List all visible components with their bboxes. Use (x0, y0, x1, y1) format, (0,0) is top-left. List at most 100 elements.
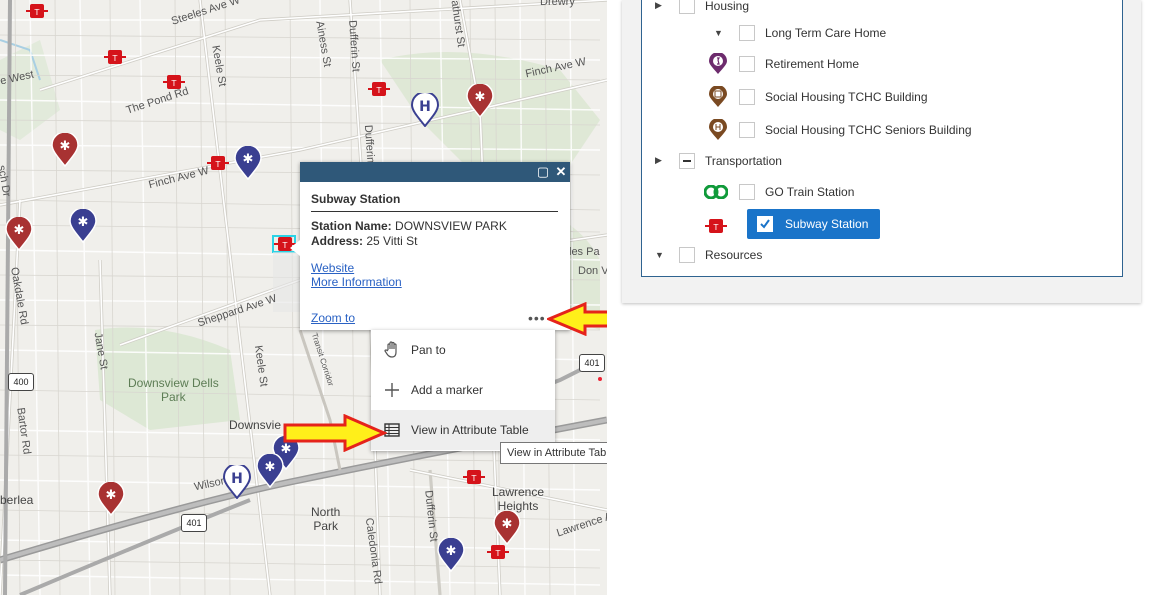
neighbourhood-label: North Park (311, 505, 341, 533)
ems-station-marker[interactable]: ✱ (5, 217, 33, 251)
subway-marker[interactable]: T (487, 545, 509, 559)
menu-item-label: View in Attribute Table (411, 423, 529, 437)
annotation-arrow (547, 302, 607, 336)
pan-to-menu-item[interactable]: Pan to (371, 330, 555, 370)
tchc-building-icon (709, 86, 727, 107)
housing-checkbox[interactable] (679, 0, 695, 14)
medical-marker[interactable]: ✱ (256, 454, 284, 488)
layer-go-train-station[interactable]: GO Train Station (642, 180, 1122, 204)
plus-icon (385, 383, 399, 397)
ems-station-marker[interactable]: ✱ (466, 84, 494, 118)
park-label: Downsview Dells Park (128, 376, 219, 404)
layer-label: Social Housing TCHC Seniors Building (765, 123, 972, 137)
tooltip: View in Attribute Table (500, 442, 607, 464)
caret-down-icon[interactable]: ▼ (655, 250, 664, 260)
map-view[interactable]: Steeles Ave W Keele St Ainess St Dufferi… (0, 0, 607, 595)
highway-shield: 401 (579, 354, 605, 372)
street-label: Dufferin (361, 124, 377, 164)
svg-text:T: T (215, 160, 221, 169)
svg-text:✱: ✱ (265, 460, 276, 475)
layer-list-panel: ▶ Housing ▼ Long Term Care Home Retireme… (622, 0, 1141, 303)
popup-divider (311, 211, 558, 212)
svg-text:T: T (376, 86, 382, 95)
retirement-home-checkbox[interactable] (739, 56, 755, 72)
address-field: Address: 25 Vitti St (311, 234, 418, 248)
layer-label: GO Train Station (765, 185, 855, 199)
ems-station-marker[interactable]: ✱ (97, 482, 125, 516)
layer-label: Long Term Care Home (765, 26, 887, 40)
svg-text:T: T (471, 474, 477, 483)
svg-text:✱: ✱ (502, 517, 513, 532)
medical-marker[interactable]: ✱ (69, 209, 97, 243)
resources-checkbox[interactable] (679, 247, 695, 263)
layer-group-housing[interactable]: ▶ Housing (642, 0, 1122, 18)
place-label: Downsvie (229, 418, 282, 432)
medical-marker[interactable]: ✱ (437, 538, 465, 572)
transportation-checkbox[interactable] (679, 153, 695, 169)
retirement-home-icon (709, 53, 727, 74)
more-information-link[interactable]: More Information (311, 275, 402, 289)
svg-text:T: T (282, 241, 288, 250)
subway-marker[interactable]: T (463, 470, 485, 484)
svg-text:✱: ✱ (14, 223, 25, 238)
svg-text:✱: ✱ (106, 488, 117, 503)
checkmark-icon (760, 219, 770, 229)
menu-item-label: Pan to (411, 343, 446, 357)
tchc-building-checkbox[interactable] (739, 89, 755, 105)
maximize-icon[interactable]: ▢ (536, 165, 550, 179)
hospital-marker[interactable]: H (411, 93, 439, 127)
layer-tchc-building[interactable]: Social Housing TCHC Building (642, 85, 1122, 109)
ems-station-marker[interactable]: ✱ (493, 511, 521, 545)
medical-marker[interactable]: ✱ (234, 146, 262, 180)
layer-label: Subway Station (785, 217, 869, 231)
place-label: berlea (0, 493, 34, 507)
go-train-checkbox[interactable] (739, 184, 755, 200)
highway-shield: 400 (8, 373, 34, 391)
layer-long-term-care-home[interactable]: ▼ Long Term Care Home (642, 21, 1122, 45)
long-term-care-checkbox[interactable] (739, 25, 755, 41)
layer-group-transportation[interactable]: ▶ Transportation (642, 149, 1122, 173)
more-actions-button[interactable]: ••• (528, 310, 546, 326)
ems-station-marker[interactable]: ✱ (51, 133, 79, 167)
add-marker-menu-item[interactable]: Add a marker (371, 370, 555, 410)
layer-retirement-home[interactable]: Retirement Home (642, 52, 1122, 76)
subway-station-checkbox[interactable] (757, 216, 773, 232)
svg-text:✱: ✱ (243, 152, 254, 167)
layer-subway-station[interactable]: Subway Station (747, 209, 880, 239)
website-link[interactable]: Website (311, 261, 354, 275)
layer-label: Social Housing TCHC Building (765, 90, 928, 104)
menu-item-label: Add a marker (411, 383, 484, 397)
svg-text:T: T (495, 549, 501, 558)
street-label: les Pa (569, 246, 600, 258)
subway-marker[interactable]: T (26, 4, 48, 18)
subway-marker[interactable]: T (163, 75, 185, 89)
subway-marker[interactable]: T (368, 82, 390, 96)
popup-actions-menu: Pan to Add a marker View in Attribute Ta… (371, 330, 555, 451)
tchc-seniors-checkbox[interactable] (739, 122, 755, 138)
layer-tchc-seniors-building[interactable]: Social Housing TCHC Seniors Building (642, 118, 1122, 142)
svg-text:T: T (171, 79, 177, 88)
go-train-icon (704, 185, 728, 199)
tchc-seniors-building-icon (709, 119, 727, 140)
hospital-marker[interactable]: H (223, 465, 251, 499)
subway-marker[interactable]: T (104, 50, 126, 64)
hand-icon (384, 341, 397, 358)
svg-text:H: H (419, 99, 431, 115)
svg-text:T: T (34, 8, 40, 17)
caret-right-icon[interactable]: ▶ (655, 155, 662, 166)
subway-marker[interactable]: T (207, 156, 229, 170)
svg-text:✱: ✱ (78, 215, 89, 230)
svg-text:✱: ✱ (60, 139, 71, 154)
caret-down-icon[interactable]: ▼ (714, 28, 723, 38)
subway-icon: T (705, 219, 727, 233)
highway-shield: 401 (181, 514, 207, 532)
caret-right-icon[interactable]: ▶ (655, 0, 662, 11)
layer-label: Resources (705, 248, 763, 262)
zoom-to-link[interactable]: Zoom to (311, 311, 355, 325)
svg-text:T: T (112, 54, 118, 63)
svg-text:H: H (231, 471, 243, 487)
layer-label: Housing (705, 0, 750, 13)
svg-text:✱: ✱ (446, 544, 457, 559)
close-icon[interactable]: ✕ (554, 165, 568, 179)
layer-group-resources[interactable]: ▼ Resources (642, 243, 1122, 267)
